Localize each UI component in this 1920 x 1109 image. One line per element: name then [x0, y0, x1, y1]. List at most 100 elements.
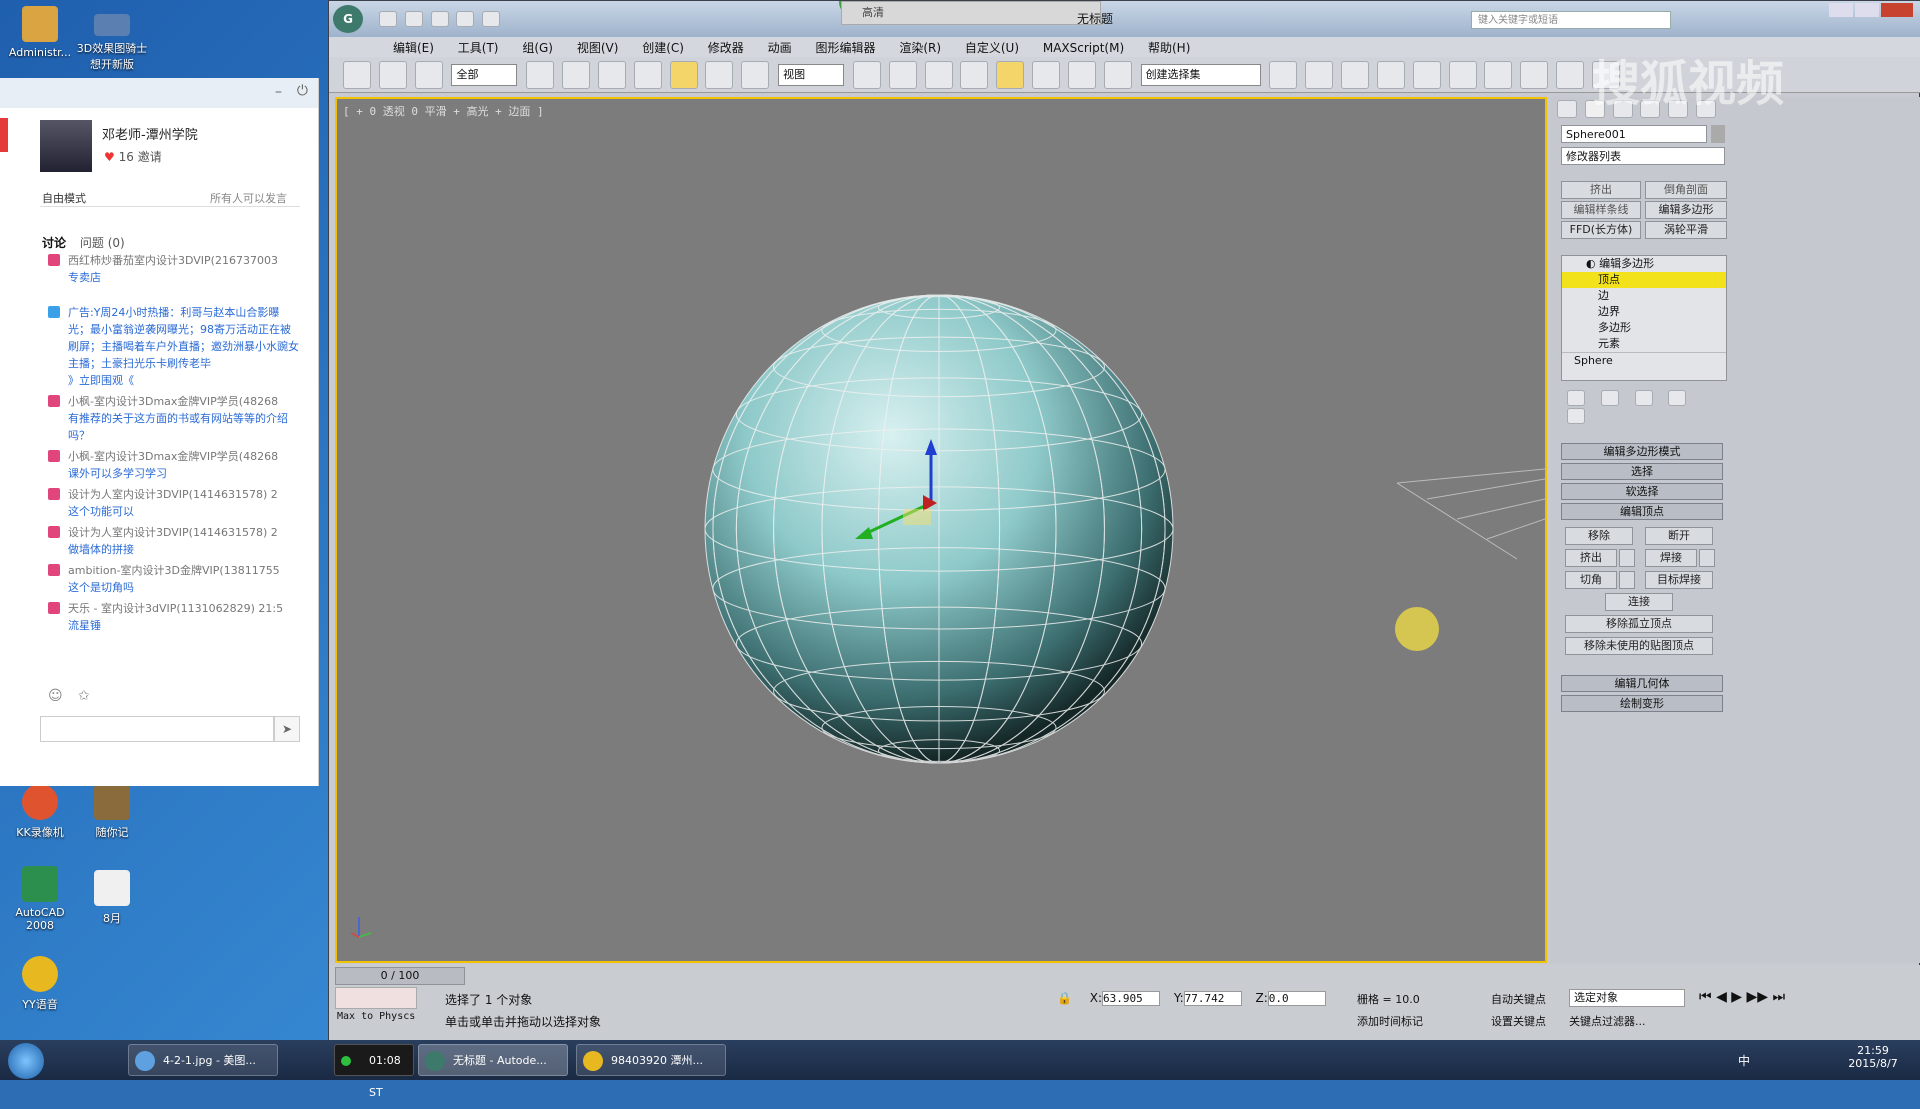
menu-edit[interactable]: 编辑(E) — [383, 37, 444, 58]
select-object-icon[interactable] — [526, 61, 555, 89]
key-filters-button[interactable]: 关键点过滤器... — [1569, 1013, 1646, 1029]
render-setup-icon[interactable] — [1520, 61, 1549, 89]
mod-button-turbosmooth[interactable]: 涡轮平滑 — [1645, 221, 1727, 239]
invite-link[interactable]: 邀请 — [138, 150, 162, 164]
stack-item-vertex[interactable]: 顶点 — [1562, 272, 1726, 288]
lock-icon[interactable]: 🔒 — [1057, 991, 1072, 1005]
mod-button-ffd-box[interactable]: FFD(长方体) — [1561, 221, 1641, 239]
rect-region-icon[interactable] — [597, 61, 626, 89]
y-coord-field[interactable]: 77.742 — [1183, 991, 1242, 1006]
object-color-swatch[interactable] — [1711, 125, 1725, 143]
keyboard-shortcut-icon[interactable] — [924, 61, 953, 89]
next-frame-icon[interactable]: ▶▶ — [1747, 989, 1769, 1005]
app-logo-icon[interactable]: G — [333, 5, 363, 33]
rendered-frame-icon[interactable] — [1556, 61, 1585, 89]
spinner-snap-icon[interactable] — [1067, 61, 1096, 89]
menu-animation[interactable]: 动画 — [758, 37, 802, 58]
rollout-edit-poly-mode[interactable]: 编辑多边形模式 — [1561, 443, 1723, 460]
remove-modifier-icon[interactable] — [1668, 390, 1687, 406]
object-name-field[interactable]: Sphere001 — [1561, 125, 1707, 143]
rollout-edit-vertices[interactable]: 编辑顶点 — [1561, 503, 1723, 520]
open-file-icon[interactable] — [404, 11, 423, 27]
star-icon[interactable]: ✩ — [78, 688, 90, 704]
link-icon[interactable] — [343, 61, 371, 89]
desktop-icon-kk[interactable]: KK录像机 — [0, 784, 80, 840]
rotate-icon[interactable] — [705, 61, 734, 89]
mirror-icon[interactable] — [1269, 61, 1298, 89]
bind-space-warp-icon[interactable] — [414, 61, 443, 89]
configure-sets-icon[interactable] — [1567, 408, 1585, 424]
remove-unused-map-button[interactable]: 移除未使用的贴图顶点 — [1565, 637, 1713, 655]
menu-modifiers[interactable]: 修改器 — [698, 37, 754, 58]
move-icon[interactable] — [669, 61, 698, 89]
menu-rendering[interactable]: 渲染(R) — [889, 37, 951, 58]
named-selection-dropdown[interactable]: 创建选择集 — [1140, 64, 1261, 86]
ime-indicator[interactable]: 中 — [1738, 1052, 1750, 1069]
stack-item-border[interactable]: 边界 — [1562, 304, 1726, 320]
menu-maxscript[interactable]: MAXScript(M) — [1033, 39, 1134, 57]
menu-views[interactable]: 视图(V) — [567, 37, 629, 58]
mod-button-extrude[interactable]: 挤出 — [1561, 181, 1641, 199]
chat-input[interactable] — [40, 716, 274, 742]
maximize-window-icon[interactable] — [1855, 3, 1879, 17]
stack-item-sphere[interactable]: Sphere — [1562, 352, 1726, 369]
mode-label[interactable]: 自由模式 — [42, 190, 86, 206]
task-classroom[interactable]: 98403920 潭州... — [576, 1044, 726, 1076]
minimize-window-icon[interactable] — [1829, 3, 1853, 17]
curve-editor-icon[interactable] — [1412, 61, 1441, 89]
time-slider[interactable]: 0 / 100 — [335, 967, 465, 985]
perspective-viewport[interactable]: [ + 0 透视 0 平滑 + 高光 + 边面 ] — [335, 97, 1547, 963]
task-meitu[interactable]: 4-2-1.jpg - 美图... — [128, 1044, 278, 1076]
select-by-name-icon[interactable] — [562, 61, 591, 89]
show-end-result-icon[interactable] — [1600, 390, 1619, 406]
key-mode-dropdown[interactable]: 选定对象 — [1569, 989, 1685, 1007]
emoji-icon[interactable]: ☺ — [48, 688, 63, 704]
angle-snap-icon[interactable] — [996, 61, 1025, 89]
set-key-button[interactable]: 设置关键点 — [1491, 1013, 1546, 1029]
remove-button[interactable]: 移除 — [1565, 527, 1633, 545]
x-coord-field[interactable]: 63.905 — [1102, 991, 1161, 1006]
redo-icon[interactable] — [482, 11, 501, 27]
start-button-icon[interactable] — [8, 1043, 44, 1079]
remove-isolated-button[interactable]: 移除孤立顶点 — [1565, 615, 1713, 633]
make-unique-icon[interactable] — [1634, 390, 1653, 406]
pivot-center-icon[interactable] — [852, 61, 881, 89]
menu-create[interactable]: 创建(C) — [632, 37, 694, 58]
menu-customize[interactable]: 自定义(U) — [955, 37, 1029, 58]
modifier-list-dropdown[interactable]: 修改器列表 — [1561, 147, 1725, 165]
snap-toggle-icon[interactable] — [960, 61, 989, 89]
target-weld-button[interactable]: 目标焊接 — [1645, 571, 1713, 589]
new-file-icon[interactable] — [379, 11, 397, 27]
weld-button[interactable]: 焊接 — [1645, 549, 1697, 567]
play-icon[interactable]: ▶ — [1731, 989, 1742, 1005]
quality-button[interactable]: 高清 — [862, 6, 884, 19]
connect-button[interactable]: 连接 — [1605, 593, 1673, 611]
rollout-selection[interactable]: 选择 — [1561, 463, 1723, 480]
stack-item-edge[interactable]: 边 — [1562, 288, 1726, 304]
mod-button-edit-spline[interactable]: 编辑样条线 — [1561, 201, 1641, 219]
mod-button-bevel-profile[interactable]: 倒角剖面 — [1645, 181, 1727, 199]
save-icon[interactable] — [430, 11, 449, 27]
create-tab-icon[interactable] — [1557, 100, 1577, 118]
extrude-button[interactable]: 挤出 — [1565, 549, 1617, 567]
tab-discuss[interactable]: 讨论 — [42, 236, 66, 250]
rollout-paint-deformation[interactable]: 绘制变形 — [1561, 695, 1723, 712]
stack-item-element[interactable]: 元素 — [1562, 336, 1726, 352]
material-editor-icon[interactable] — [1484, 61, 1513, 89]
power-icon[interactable]: ⏻ — [297, 83, 308, 99]
send-icon[interactable]: ➤ — [274, 716, 300, 742]
stack-item-edit-poly[interactable]: ◐ 编辑多边形 — [1562, 256, 1726, 272]
ad-link-more[interactable]: 》立即围观《 — [68, 372, 300, 389]
scale-icon[interactable] — [741, 61, 770, 89]
desktop-icon-3d[interactable]: 3D效果图骑士想开新版 — [72, 14, 152, 72]
rollout-soft-selection[interactable]: 软选择 — [1561, 483, 1723, 500]
graphite-toggle-icon[interactable] — [1376, 61, 1405, 89]
tab-question[interactable]: 问题 — [80, 236, 104, 250]
align-icon[interactable] — [1305, 61, 1334, 89]
menu-group[interactable]: 组(G) — [512, 37, 563, 58]
desktop-icon-admin[interactable]: Administr... — [0, 6, 80, 59]
ad-link[interactable]: 广告:Y周24小时热播：利哥与赵本山合影曝光；最小富翁逆袭网曝光；98寄万活动正… — [68, 304, 300, 372]
unlink-icon[interactable] — [378, 61, 407, 89]
chamfer-settings-icon[interactable] — [1619, 571, 1635, 589]
menu-help[interactable]: 帮助(H) — [1138, 37, 1200, 58]
